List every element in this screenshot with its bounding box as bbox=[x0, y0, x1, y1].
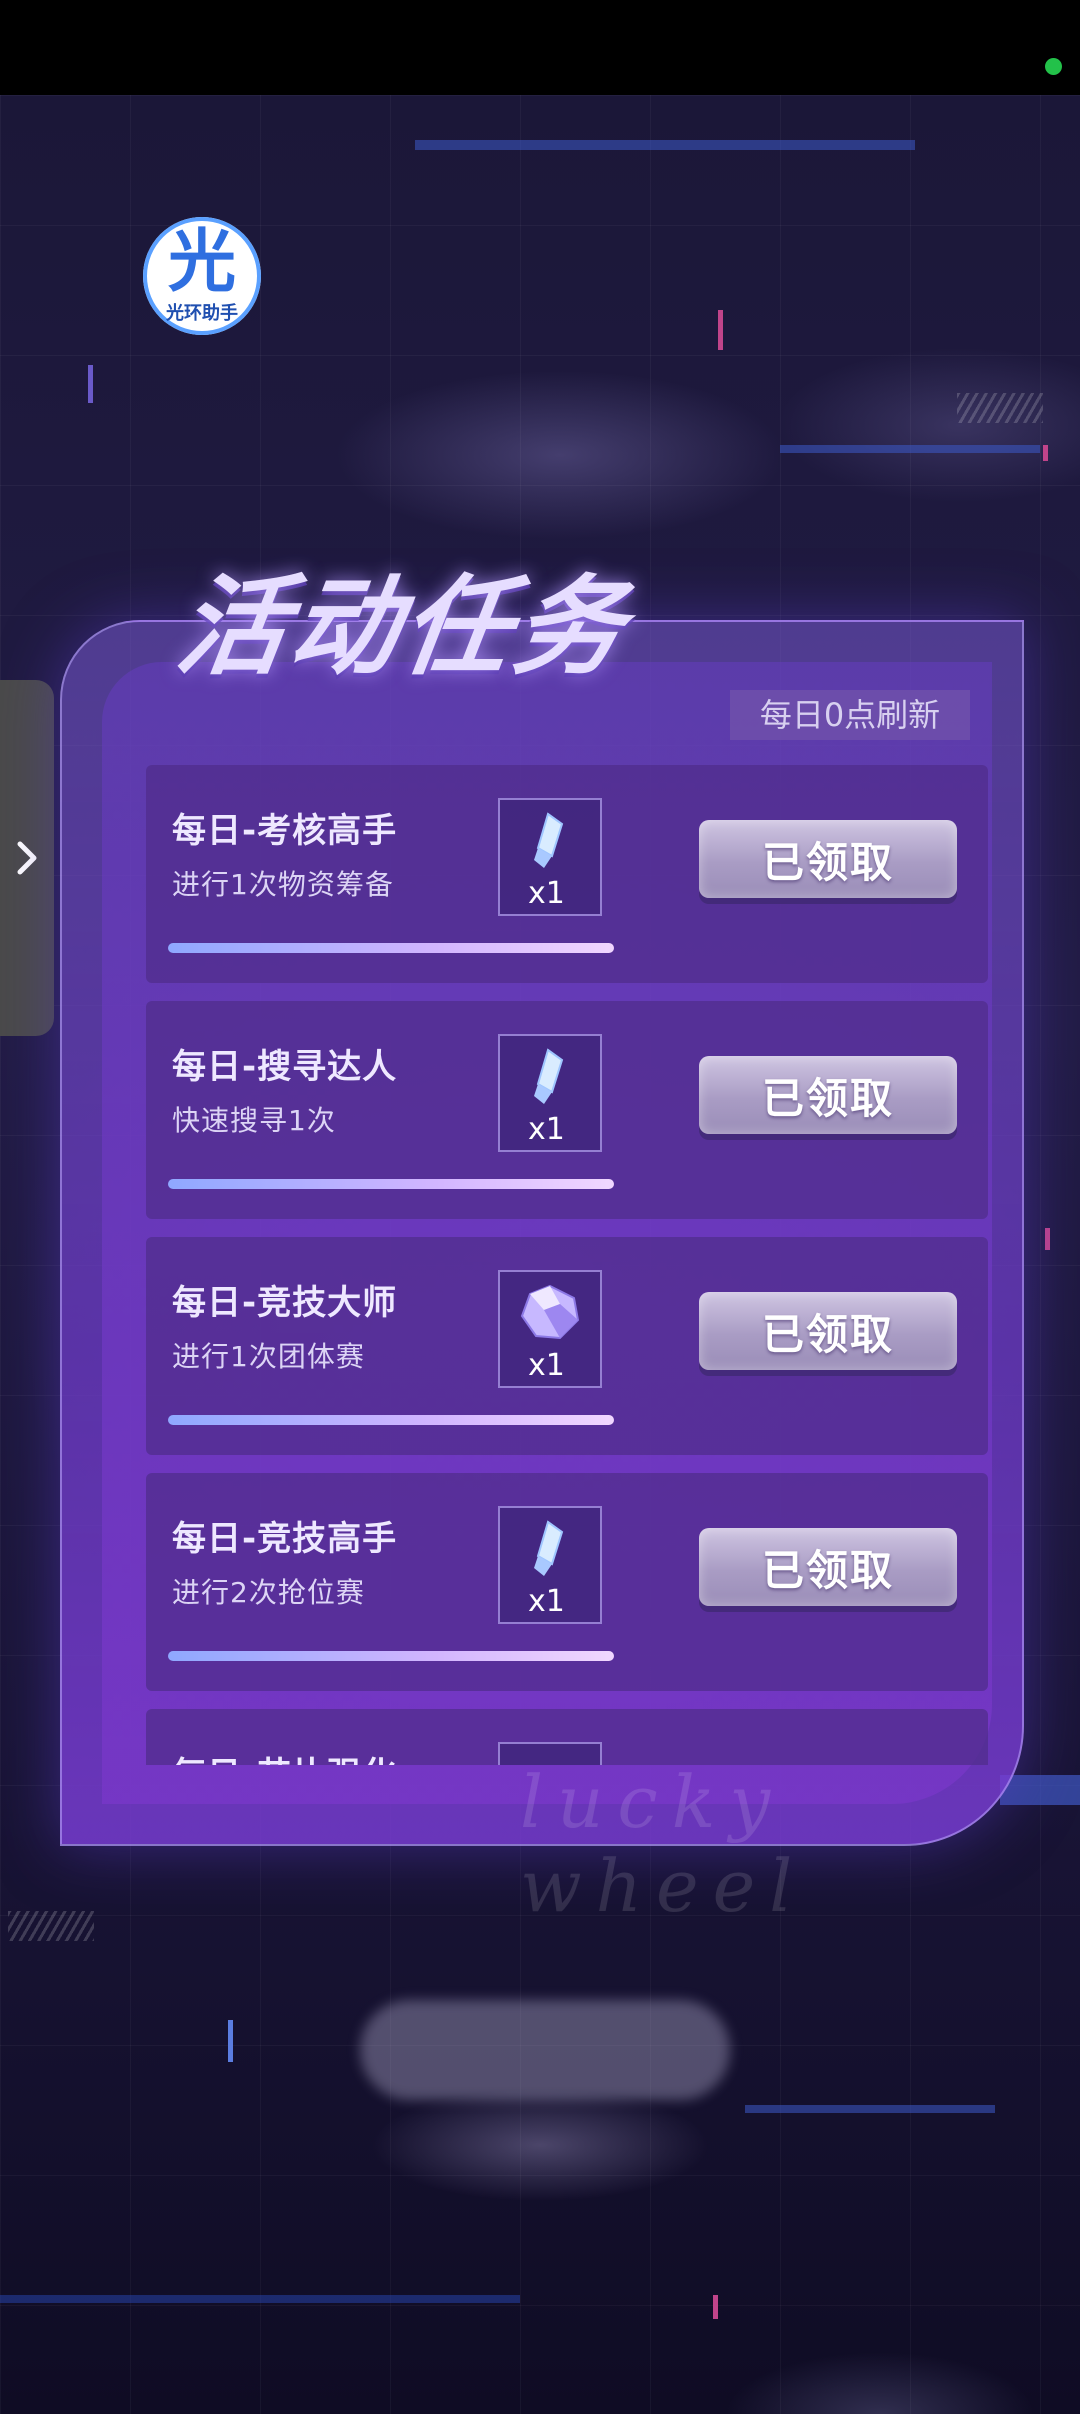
task-name: 每日-搜寻达人 bbox=[172, 1047, 398, 1087]
logo-text: 光环助手 bbox=[166, 303, 238, 324]
task-progress-bar bbox=[168, 1651, 614, 1661]
refresh-note: 每日0点刷新 bbox=[730, 690, 970, 740]
chevron-right-icon bbox=[17, 841, 37, 875]
logo-char: 光 bbox=[167, 223, 236, 302]
crystal-shard-icon bbox=[534, 1048, 564, 1104]
reward-box[interactable]: x1 bbox=[498, 798, 602, 916]
decor-hatch bbox=[957, 393, 1043, 423]
decor-tick bbox=[1043, 445, 1048, 461]
claim-button[interactable]: 已领取 bbox=[699, 820, 957, 898]
task-name: 每日-考核高手 bbox=[172, 811, 398, 851]
panel-watermark: lucky wheel bbox=[520, 1760, 807, 1928]
task-desc: 进行2次抢位赛 bbox=[172, 1576, 365, 1609]
task-card: 每日-竞技大师 进行1次团体赛 x1 已领取 bbox=[146, 1237, 988, 1455]
decor-tick bbox=[228, 2020, 233, 2062]
side-drawer-handle[interactable] bbox=[0, 680, 54, 1036]
claim-button[interactable]: 已领取 bbox=[699, 1292, 957, 1370]
reward-box[interactable]: x1 bbox=[498, 1270, 602, 1388]
task-name: 每日-竞技大师 bbox=[172, 1283, 398, 1323]
task-name: 每日-芯片强化 bbox=[172, 1747, 397, 1765]
reward-quantity: x1 bbox=[528, 1112, 565, 1147]
status-bar bbox=[0, 0, 1080, 95]
reward-quantity: x1 bbox=[528, 876, 565, 911]
claim-button[interactable]: 已领取 bbox=[699, 1056, 957, 1134]
panel-title: 活动任务 bbox=[169, 564, 636, 690]
task-card: 每日-考核高手 进行1次物资筹备 x1 已领取 bbox=[146, 765, 988, 983]
task-progress-bar bbox=[168, 1415, 614, 1425]
task-card: 每日-芯片强化 bbox=[146, 1709, 988, 1765]
task-desc: 快速搜寻1次 bbox=[172, 1104, 336, 1137]
reward-box[interactable]: x1 bbox=[498, 1506, 602, 1624]
task-progress-bar bbox=[168, 1179, 614, 1189]
task-list[interactable]: 每日-考核高手 进行1次物资筹备 x1 已领取 每日-搜寻达人 快速搜寻1次 x… bbox=[146, 765, 988, 1765]
decor-tick bbox=[713, 2295, 718, 2319]
crystal-shard-icon bbox=[534, 812, 564, 868]
reward-quantity: x1 bbox=[528, 1348, 565, 1383]
decor-line bbox=[0, 2295, 520, 2303]
decor-line bbox=[780, 445, 1040, 453]
task-progress-bar bbox=[168, 943, 614, 953]
decor-tick bbox=[1045, 1228, 1050, 1250]
task-card: 每日-搜寻达人 快速搜寻1次 x1 已领取 bbox=[146, 1001, 988, 1219]
app-logo[interactable]: 光 光环助手 bbox=[143, 217, 261, 335]
background-blurred-button bbox=[360, 2000, 730, 2100]
task-name: 每日-竞技高手 bbox=[172, 1519, 398, 1559]
decor-tick bbox=[718, 310, 723, 350]
claim-button[interactable]: 已领取 bbox=[699, 1528, 957, 1606]
task-card: 每日-竞技高手 进行2次抢位赛 x1 已领取 bbox=[146, 1473, 988, 1691]
reward-box[interactable]: x1 bbox=[498, 1034, 602, 1152]
decor-line bbox=[745, 2105, 995, 2113]
task-desc: 进行1次物资筹备 bbox=[172, 868, 394, 901]
status-indicator-dot bbox=[1045, 58, 1062, 75]
decor-tick bbox=[88, 365, 93, 403]
decor-line bbox=[415, 140, 915, 150]
decor-hatch bbox=[8, 1911, 94, 1941]
crystal-shard-icon bbox=[534, 1520, 564, 1576]
diamond-gem-icon bbox=[520, 1284, 580, 1340]
reward-quantity: x1 bbox=[528, 1584, 565, 1619]
task-desc: 进行1次团体赛 bbox=[172, 1340, 365, 1373]
